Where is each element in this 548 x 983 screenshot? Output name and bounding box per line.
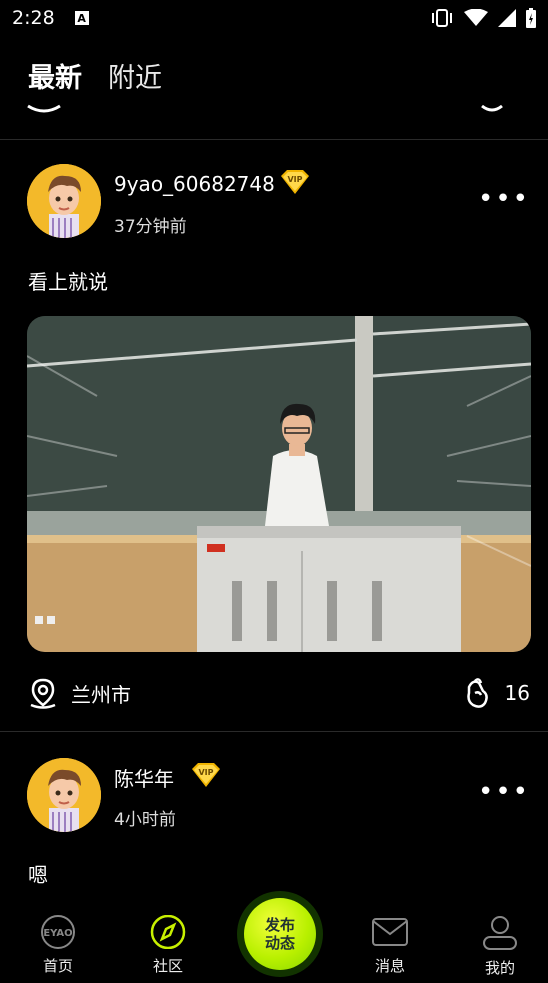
tab-latest[interactable]: 最新 xyxy=(28,56,82,95)
vip-badge-icon: VIP xyxy=(281,170,309,194)
svg-text:EYAO: EYAO xyxy=(43,928,72,939)
post-text: 嗯 xyxy=(28,863,48,887)
more-options-icon[interactable]: ••• xyxy=(478,777,530,807)
home-logo-icon: EYAO xyxy=(41,915,75,949)
vibrate-icon xyxy=(432,9,452,27)
vip-badge-text: VIP xyxy=(198,768,213,777)
location-pin-icon xyxy=(30,678,56,709)
status-bar: 2:28 A xyxy=(0,0,548,36)
publish-post-button[interactable]: 发布 动态 xyxy=(237,891,323,977)
avatar[interactable] xyxy=(27,758,101,832)
signal-icon xyxy=(498,9,516,27)
nav-messages[interactable]: 消息 xyxy=(350,915,430,976)
previous-post-icons-edge xyxy=(27,104,503,113)
finger-heart-icon xyxy=(466,678,488,708)
wifi-icon xyxy=(464,9,488,26)
nav-community[interactable]: 社区 xyxy=(128,915,208,976)
avatar-cartoon-boy-icon xyxy=(27,758,101,832)
compass-icon xyxy=(150,915,186,949)
nav-community-label: 社区 xyxy=(152,957,183,975)
status-time: 2:28 xyxy=(12,7,55,29)
avatar[interactable] xyxy=(27,164,101,238)
nav-mine-label: 我的 xyxy=(484,959,515,977)
post-text: 看上就说 xyxy=(28,270,108,294)
tab-nearby[interactable]: 附近 xyxy=(108,56,162,95)
nav-home-label: 首页 xyxy=(42,957,73,975)
like-control[interactable]: 16 xyxy=(463,677,530,709)
post-time: 37分钟前 xyxy=(114,217,187,237)
mail-icon xyxy=(372,918,408,946)
notification-icon: A xyxy=(74,11,89,25)
nav-home[interactable]: EYAO 首页 xyxy=(18,915,98,976)
previous-post-edge xyxy=(0,96,548,140)
vip-badge-text: VIP xyxy=(287,175,302,184)
like-count: 16 xyxy=(504,681,530,705)
more-options-icon[interactable]: ••• xyxy=(478,184,530,214)
bottom-nav: EYAO 首页 社区 发布 动态 消息 我的 xyxy=(0,891,548,983)
location-label: 兰州市 xyxy=(71,682,131,707)
publish-label-line2: 动态 xyxy=(264,934,295,952)
battery-icon xyxy=(526,8,536,28)
post-author-name[interactable]: 陈华年 xyxy=(114,763,174,792)
nav-messages-label: 消息 xyxy=(374,957,405,975)
nav-mine[interactable]: 我的 xyxy=(460,915,540,978)
post-card[interactable]: 陈华年 VIP 4小时前 ••• 嗯 xyxy=(0,733,548,893)
post-card[interactable]: 9yao_60682748 VIP 37分钟前 ••• 看上就说 兰州市 16 xyxy=(0,140,548,732)
publish-button-inner: 发布 动态 xyxy=(244,898,316,970)
post-location[interactable]: 兰州市 xyxy=(27,677,131,709)
post-image[interactable] xyxy=(27,316,531,652)
publish-label-line1: 发布 xyxy=(264,916,295,934)
feed-tabs: 最新 附近 xyxy=(28,56,162,95)
user-profile-icon xyxy=(483,916,517,950)
avatar-cartoon-boy-icon xyxy=(27,164,101,238)
post-photo-classroom xyxy=(27,316,531,652)
vip-badge-icon: VIP xyxy=(192,763,220,787)
post-author-name[interactable]: 9yao_60682748 xyxy=(114,172,275,196)
status-icons xyxy=(430,8,536,28)
post-time: 4小时前 xyxy=(114,810,176,830)
